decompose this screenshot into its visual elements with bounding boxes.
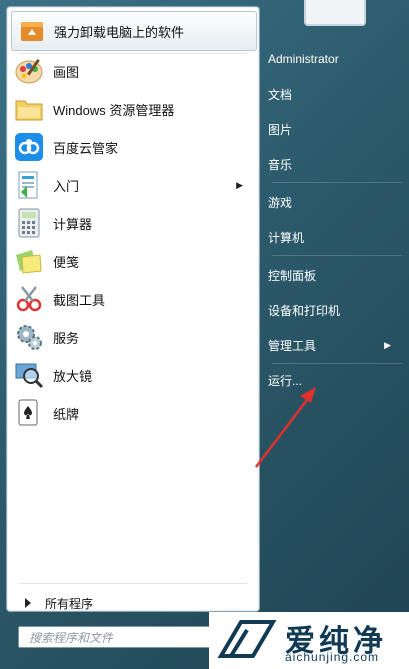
annotation-arrow-icon: [255, 387, 316, 468]
watermark-logo: 爱纯净 aichunjing.com: [209, 612, 409, 669]
watermark-url: aichunjing.com: [285, 650, 380, 664]
brand-logo-icon: [217, 620, 277, 658]
start-menu: 强力卸载电脑上的软件 画图 Windows 资源管理器 百度云管家 入门 ▶ 计…: [0, 0, 409, 669]
